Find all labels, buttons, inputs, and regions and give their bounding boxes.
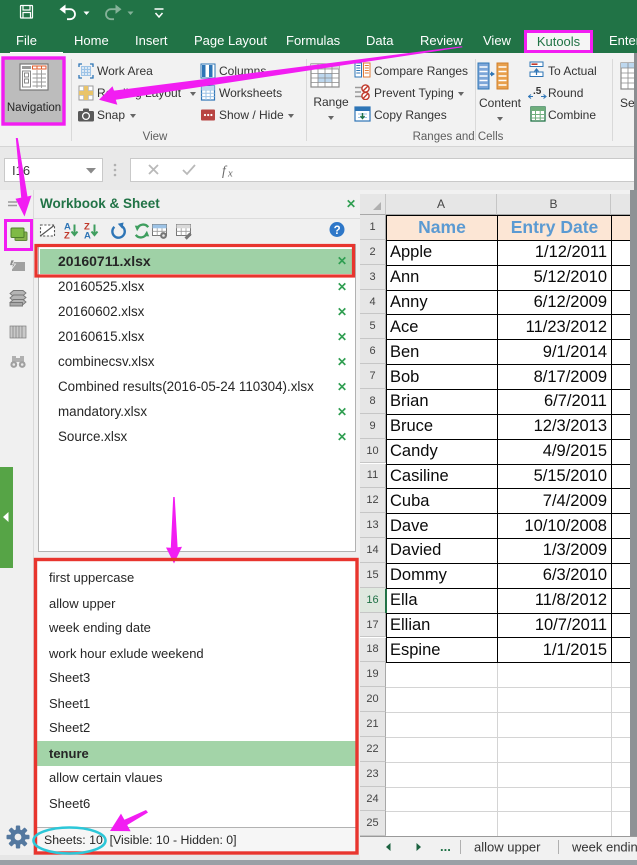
svg-text:allow upper: allow upper [474,840,541,855]
svg-text:...: ... [440,839,451,854]
svg-text:week endin: week endin [571,840,637,855]
